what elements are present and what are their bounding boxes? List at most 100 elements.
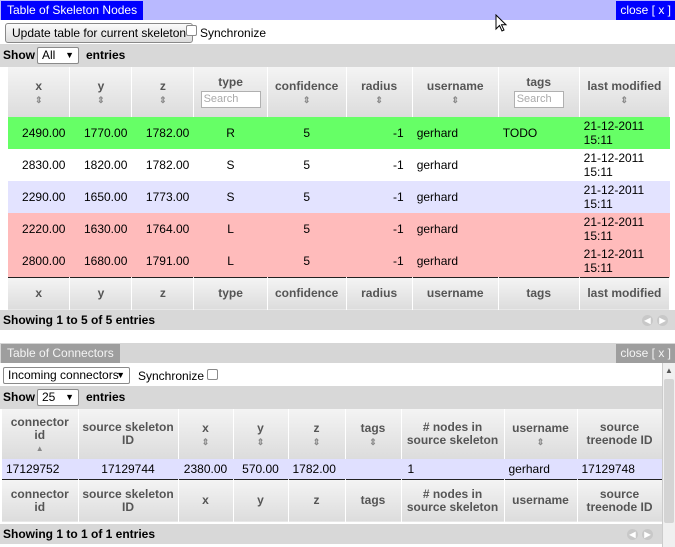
cell-connector-id: 17129752 bbox=[2, 459, 78, 479]
cell-radius: -1 bbox=[346, 181, 413, 213]
update-table-button[interactable]: Update table for current skeleton bbox=[5, 23, 194, 43]
cell-z: 1782.00 bbox=[131, 117, 194, 149]
sort-icon: ⇕ bbox=[451, 94, 460, 105]
connectors-table: connector id ▲ source skeleton ID x ⇕ y ⇕ z… bbox=[2, 409, 663, 522]
entries-info: Showing 1 to 5 of 5 entries bbox=[3, 313, 156, 327]
table-row[interactable]: 2830.00 1820.00 1782.00 S 5 -1 gerhard 2… bbox=[8, 149, 670, 181]
synchronize-checkbox[interactable] bbox=[186, 25, 197, 36]
connector-entries-info: Showing 1 to 1 of 1 entries bbox=[3, 527, 156, 541]
header-last-modified[interactable]: last modified ⇕ bbox=[579, 67, 671, 117]
header-z[interactable]: z ⇕ bbox=[288, 409, 346, 459]
cell-tags bbox=[498, 213, 580, 245]
skeleton-nodes-body: 2490.00 1770.00 1782.00 R 5 -1 gerhard T… bbox=[8, 117, 670, 277]
table-row[interactable]: 2290.00 1650.00 1773.00 S 5 -1 gerhard 2… bbox=[8, 181, 670, 213]
header-y[interactable]: y ⇕ bbox=[69, 67, 133, 117]
cell-y: 1680.00 bbox=[69, 245, 132, 277]
sort-icon: ⇕ bbox=[302, 94, 311, 105]
footer-source-skeleton-id: source skeleton ID bbox=[78, 479, 179, 522]
show-label: Show bbox=[3, 390, 35, 404]
connector-synchronize-checkbox[interactable] bbox=[207, 369, 218, 380]
cell-last-modified: 21-12-2011 15:11 bbox=[579, 181, 670, 213]
footer-username: username bbox=[412, 277, 499, 310]
cell-tags bbox=[345, 459, 401, 479]
header-y[interactable]: y ⇕ bbox=[233, 409, 289, 459]
prev-page-icon[interactable]: ◀ bbox=[642, 315, 653, 326]
footer-last-modified: last modified bbox=[579, 277, 671, 310]
dropdown-arrow-icon: ▼ bbox=[65, 392, 74, 402]
header-x[interactable]: x ⇕ bbox=[8, 67, 71, 117]
cell-x: 2830.00 bbox=[8, 149, 70, 181]
header-z[interactable]: z ⇕ bbox=[131, 67, 195, 117]
cell-radius: -1 bbox=[346, 149, 413, 181]
sort-icon: ⇕ bbox=[620, 94, 629, 105]
scrollbar-thumb[interactable] bbox=[664, 379, 674, 523]
cell-y: 570.00 bbox=[233, 459, 288, 479]
header-tags[interactable]: tags ⇕ bbox=[345, 409, 402, 459]
footer-nodes-in-source: # nodes in source skeleton bbox=[401, 479, 505, 522]
cell-radius: -1 bbox=[346, 213, 413, 245]
cell-type: L bbox=[193, 245, 268, 277]
header-confidence[interactable]: confidence ⇕ bbox=[267, 67, 347, 117]
cell-username: gerhard bbox=[504, 459, 577, 479]
next-page-icon[interactable]: ▶ bbox=[642, 529, 653, 540]
header-x[interactable]: x ⇕ bbox=[178, 409, 234, 459]
cell-type: S bbox=[193, 149, 268, 181]
mouse-cursor-icon bbox=[495, 14, 508, 32]
cell-z: 1773.00 bbox=[131, 181, 194, 213]
table-length-bar: Show All ▼ entries bbox=[0, 44, 675, 67]
cell-z: 1791.00 bbox=[131, 245, 194, 277]
cell-x: 2490.00 bbox=[8, 117, 70, 149]
table-row[interactable]: 2490.00 1770.00 1782.00 R 5 -1 gerhard T… bbox=[8, 117, 670, 149]
footer-connector-id: connector id bbox=[2, 479, 79, 522]
table-row[interactable]: 2800.00 1680.00 1791.00 L 5 -1 gerhard 2… bbox=[8, 245, 670, 277]
cell-x: 2220.00 bbox=[8, 213, 70, 245]
footer-type: type bbox=[193, 277, 268, 310]
dropdown-arrow-icon: ▼ bbox=[65, 50, 74, 60]
cell-username: gerhard bbox=[412, 213, 499, 245]
cell-tags: TODO bbox=[498, 117, 580, 149]
header-tags[interactable]: tags Search bbox=[498, 67, 580, 117]
footer-z: z bbox=[288, 479, 346, 522]
sort-icon: ⇕ bbox=[375, 94, 383, 105]
skeleton-nodes-info-bar: Showing 1 to 5 of 5 entries ◀ ▶ bbox=[0, 310, 675, 330]
header-type[interactable]: type Search bbox=[193, 67, 268, 117]
prev-page-icon[interactable]: ◀ bbox=[627, 529, 638, 540]
connector-page-length-select[interactable]: 25 ▼ bbox=[37, 389, 79, 406]
cell-tags bbox=[498, 149, 580, 181]
close-skeleton-nodes-button[interactable]: close [ x ] bbox=[616, 1, 675, 20]
header-source-treenode-id[interactable]: source treenode ID bbox=[577, 409, 663, 459]
cell-z: 1782.00 bbox=[131, 149, 194, 181]
cell-last-modified: 21-12-2011 15:11 bbox=[579, 117, 670, 149]
cell-type: R bbox=[193, 117, 268, 149]
connectors-scrollbar[interactable]: ▲ bbox=[662, 363, 675, 547]
header-connector-id[interactable]: connector id ▲ bbox=[2, 409, 79, 459]
connector-length-bar: Show 25 ▼ entries bbox=[0, 386, 662, 409]
scroll-up-icon[interactable]: ▲ bbox=[665, 366, 673, 375]
table-row[interactable]: 17129752 17129744 2380.00 570.00 1782.00… bbox=[2, 459, 662, 479]
table-row[interactable]: 2220.00 1630.00 1764.00 L 5 -1 gerhard 2… bbox=[8, 213, 670, 245]
next-page-icon[interactable]: ▶ bbox=[657, 315, 668, 326]
connector-page-length-value: 25 bbox=[42, 390, 56, 404]
header-radius[interactable]: radius ⇕ bbox=[346, 67, 413, 117]
header-username[interactable]: username ⇕ bbox=[504, 409, 578, 459]
cell-last-modified: 21-12-2011 15:11 bbox=[579, 213, 670, 245]
sort-icon: ⇕ bbox=[256, 436, 265, 447]
connectors-titlebar[interactable]: Table of Connectors close [ x ] bbox=[0, 343, 675, 363]
footer-confidence: confidence bbox=[267, 277, 347, 310]
tags-search-input[interactable]: Search bbox=[513, 91, 564, 108]
page-length-select[interactable]: All ▼ bbox=[37, 47, 79, 64]
sort-asc-icon: ▲ bbox=[35, 443, 44, 453]
header-nodes-in-source[interactable]: # nodes in source skeleton bbox=[401, 409, 505, 459]
cell-radius: -1 bbox=[346, 117, 413, 149]
cell-y: 1770.00 bbox=[69, 117, 132, 149]
close-connectors-button[interactable]: close [ x ] bbox=[616, 344, 675, 363]
type-search-input[interactable]: Search bbox=[200, 91, 261, 108]
connector-synchronize-label: Synchronize bbox=[138, 369, 205, 383]
skeleton-nodes-titlebar[interactable]: Table of Skeleton Nodes close [ x ] bbox=[0, 0, 675, 20]
header-source-skeleton-id[interactable]: source skeleton ID bbox=[78, 409, 179, 459]
cell-y: 1650.00 bbox=[69, 181, 132, 213]
skeleton-nodes-table: x ⇕ y ⇕ z ⇕ type Search confidence ⇕ radius ⇕ … bbox=[8, 67, 671, 310]
header-username[interactable]: username ⇕ bbox=[412, 67, 499, 117]
connectors-body: 17129752 17129744 2380.00 570.00 1782.00… bbox=[2, 459, 662, 479]
connector-direction-select[interactable]: Incoming connectors ▼ bbox=[3, 367, 130, 384]
